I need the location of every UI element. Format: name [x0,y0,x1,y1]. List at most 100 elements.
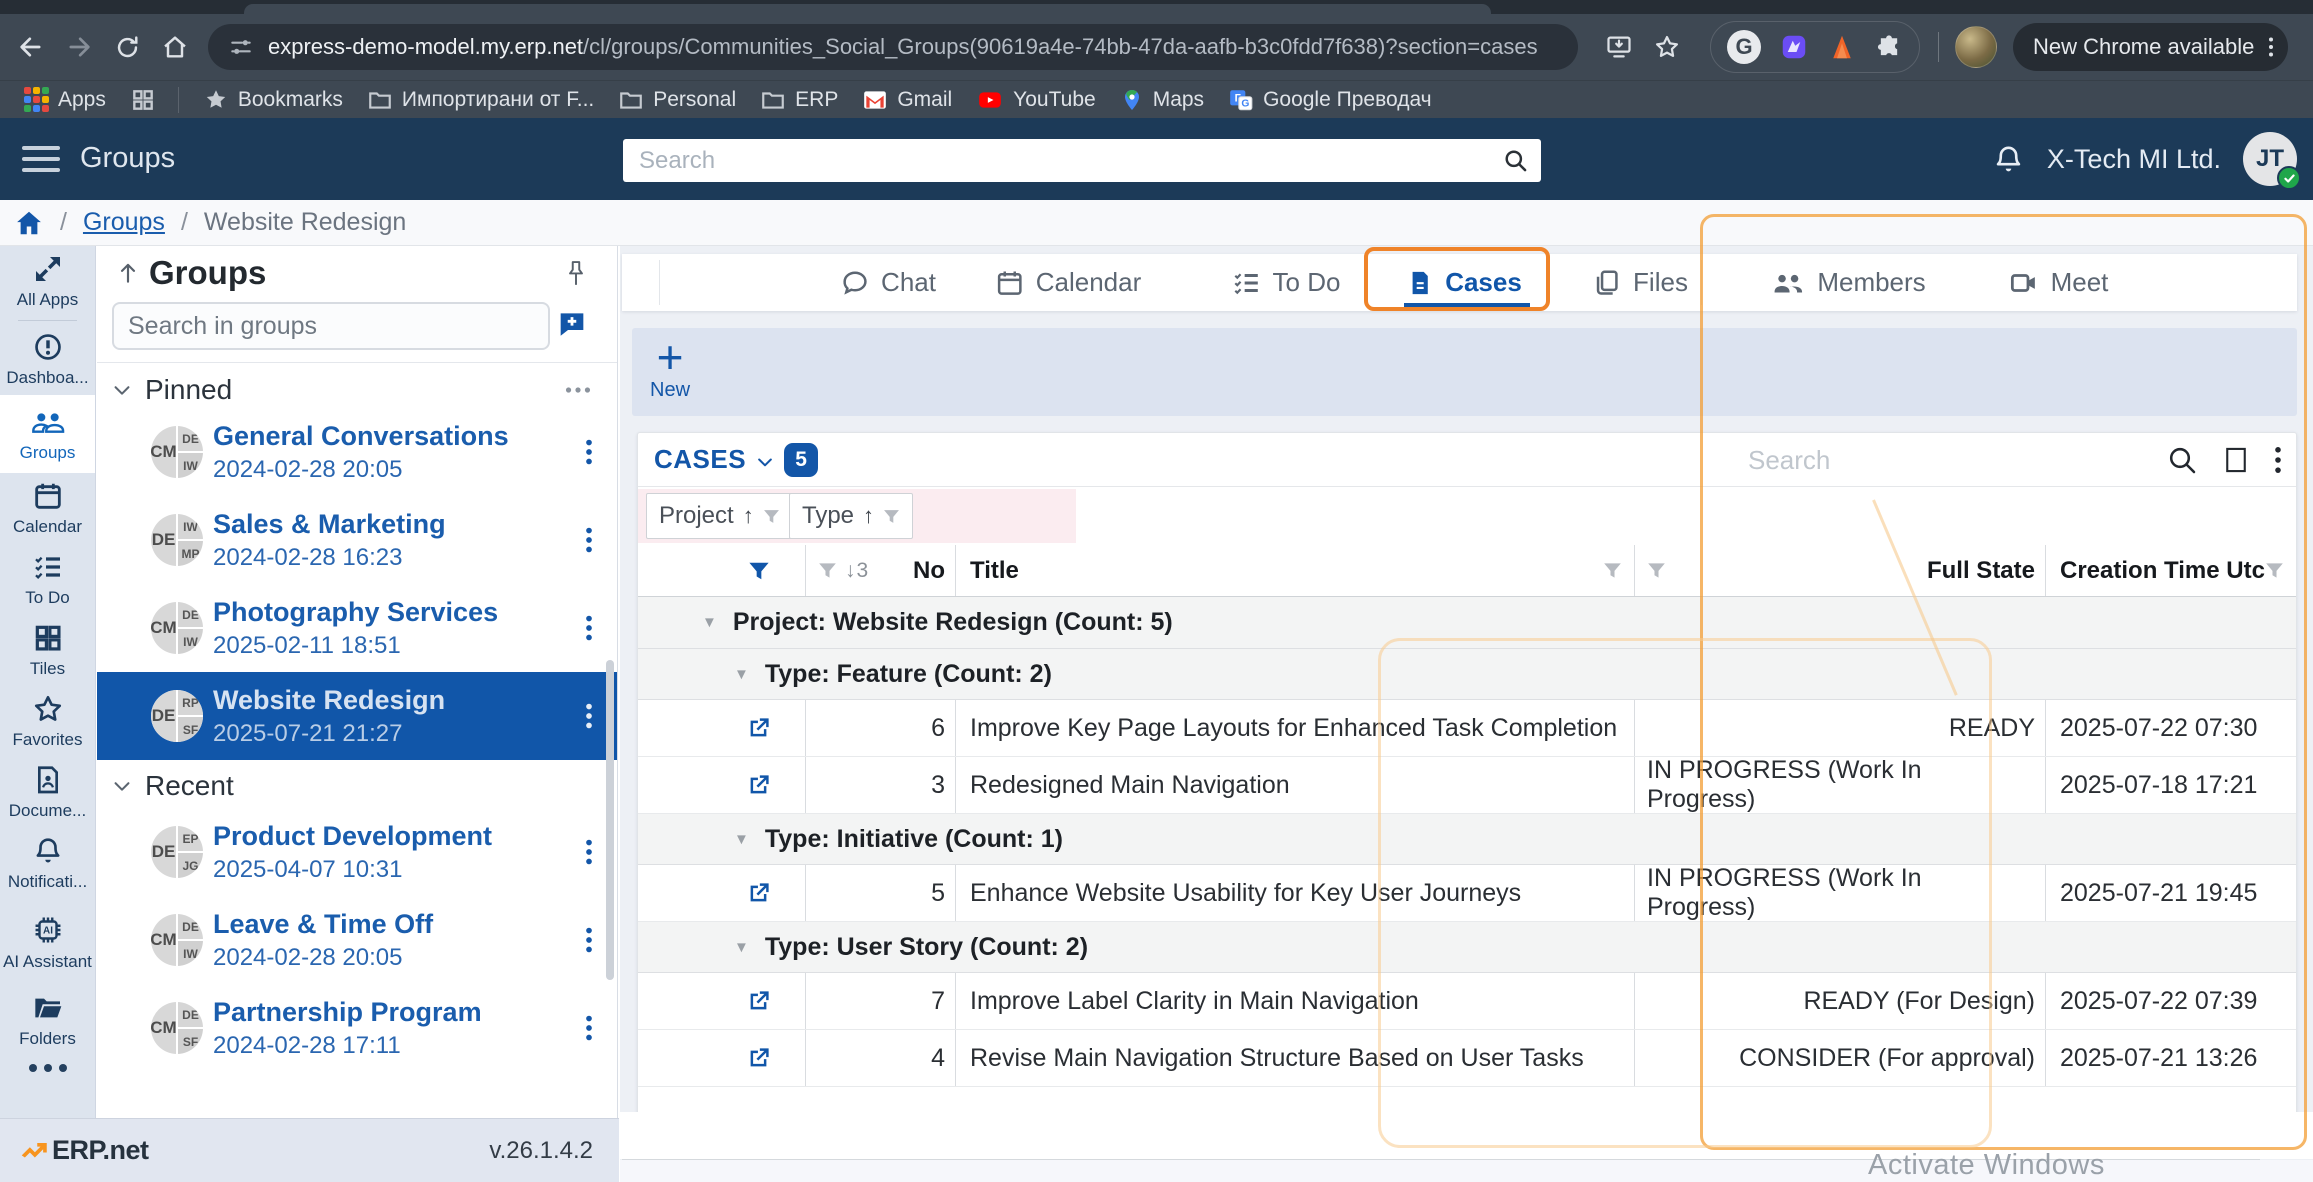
group-item-menu-icon[interactable] [585,703,593,729]
group-list-item[interactable]: DEEPJG Product Development2025-04-07 10:… [97,808,617,896]
cases-search[interactable] [1746,440,2126,480]
recent-section-header[interactable]: Recent [97,764,617,808]
tab-chat[interactable]: Chat [840,254,936,311]
chevron-down-icon[interactable] [755,452,775,472]
tab-meet[interactable]: Meet [2008,254,2109,311]
group-list-item[interactable]: CMDEIW General Conversations2024-02-28 2… [97,408,617,496]
cases-search-input[interactable] [1746,440,2126,480]
header-creation-time[interactable]: Creation Time Utc [2046,545,2296,596]
browser-profile-avatar[interactable] [1955,26,1997,68]
groups-search-input[interactable] [114,304,548,348]
sidebar-item-calendar[interactable]: Calendar [0,473,95,544]
extensions-puzzle-icon[interactable] [1875,33,1903,61]
bookmark-gmail[interactable]: Gmail [862,87,952,113]
chrome-update-button[interactable]: New Chrome available [2013,23,2288,71]
bookmark-translate[interactable]: ГGGoogle Преводач [1228,87,1432,113]
sidebar-item-ai-assistant[interactable]: AI AI Assistant [0,899,95,985]
group-item-menu-icon[interactable] [585,527,593,553]
sidebar-overflow-icon[interactable] [0,1064,95,1072]
sidebar-item-folders[interactable]: Folders [0,985,95,1056]
sidebar-item-notifications[interactable]: Notificati... [0,828,95,899]
back-icon[interactable] [14,30,48,64]
sidebar-item-groups[interactable]: Groups [0,395,95,473]
group-name[interactable]: Website Redesign [213,685,585,716]
company-name[interactable]: X-Tech MI Ltd. [2047,144,2221,175]
group-item-menu-icon[interactable] [585,1015,593,1041]
open-case-icon[interactable] [745,988,772,1015]
reload-icon[interactable] [110,30,144,64]
case-row[interactable]: 4 Revise Main Navigation Structure Based… [638,1030,2296,1087]
bookmark-folder-personal[interactable]: Personal [618,87,736,113]
open-case-icon[interactable] [745,715,772,742]
sidebar-item-dashboard[interactable]: Dashboa... [0,324,95,395]
group-row-type-initiative[interactable]: ▼ Type: Initiative (Count: 1) [638,814,2296,865]
tab-calendar[interactable]: Calendar [995,254,1142,311]
bookmark-folder-imported[interactable]: Импортирани от F... [367,87,594,113]
group-name[interactable]: Sales & Marketing [213,509,585,540]
pinned-section-menu-icon[interactable] [565,386,591,394]
group-list-item-selected[interactable]: DERPSF Website Redesign2025-07-21 21:27 [97,672,617,760]
search-icon[interactable] [2166,444,2198,476]
header-filter-cell[interactable] [638,545,806,596]
group-item-menu-icon[interactable] [585,615,593,641]
collapse-caret-icon[interactable]: ▼ [734,831,749,848]
purple-extension-icon[interactable] [1779,32,1809,62]
case-row[interactable]: 5 Enhance Website Usability for Key User… [638,865,2296,922]
open-case-icon[interactable] [745,1045,772,1072]
search-icon[interactable] [1502,147,1529,174]
pinned-section-header[interactable]: Pinned [97,368,617,412]
user-avatar[interactable]: JT [2243,132,2297,186]
global-search[interactable] [623,139,1541,182]
home-icon[interactable] [158,30,192,64]
bookmark-youtube[interactable]: YouTube [976,87,1096,113]
pin-panel-icon[interactable] [563,258,589,290]
panel-scrollbar[interactable] [606,660,614,980]
bookmark-folder-erp[interactable]: ERP [760,87,838,113]
sidebar-item-documents[interactable]: Docume... [0,757,95,828]
bookmark-tiles-icon[interactable] [130,87,156,113]
header-full-state[interactable]: Full State [1635,545,2046,596]
tab-files[interactable]: Files [1592,254,1688,311]
group-name[interactable]: Product Development [213,821,585,852]
grammarly-extension-icon[interactable]: G [1727,30,1761,64]
bookmark-star-icon[interactable] [1650,30,1684,64]
group-list-item[interactable]: CMDEIW Photography Services2025-02-11 18… [97,584,617,672]
group-item-menu-icon[interactable] [585,439,593,465]
bookmark-apps[interactable]: Apps [24,87,106,112]
menu-icon[interactable] [22,143,60,175]
sidebar-item-todo[interactable]: To Do [0,544,95,615]
case-row[interactable]: 3 Redesigned Main Navigation IN PROGRESS… [638,757,2296,814]
group-list-item[interactable]: DEIWMP Sales & Marketing2024-02-28 16:23 [97,496,617,584]
group-item-menu-icon[interactable] [585,839,593,865]
collapse-up-icon[interactable] [115,258,141,288]
sidebar-item-favorites[interactable]: Favorites [0,686,95,757]
breadcrumb-groups-link[interactable]: Groups [83,208,165,237]
header-title[interactable]: Title [956,545,1635,596]
chevron-down-icon[interactable] [111,379,133,401]
group-list-item[interactable]: CMDESF Partnership Program2024-02-28 17:… [97,984,617,1072]
site-info-icon[interactable] [228,34,254,60]
collapse-caret-icon[interactable]: ▼ [734,666,749,683]
group-chip-project[interactable]: Project ↑ [646,493,793,539]
group-row-project[interactable]: ▼ Project: Website Redesign (Count: 5) [638,597,2296,649]
expand-window-icon[interactable] [2224,446,2248,474]
home-icon[interactable] [14,208,44,238]
group-name[interactable]: Leave & Time Off [213,909,585,940]
group-chip-type[interactable]: Type ↑ [789,493,913,539]
bookmark-bookmarks[interactable]: Bookmarks [203,87,343,113]
global-search-input[interactable] [623,139,1541,182]
active-tab[interactable] [244,4,1491,14]
more-options-icon[interactable] [2274,446,2282,474]
open-case-icon[interactable] [745,772,772,799]
new-case-button[interactable]: + New [650,337,690,402]
address-bar[interactable]: express-demo-model.my.erp.net/cl/groups/… [208,24,1578,70]
forward-icon[interactable] [62,30,96,64]
tab-members[interactable]: Members [1770,254,1925,311]
groups-search[interactable] [112,302,550,350]
case-row[interactable]: 7 Improve Label Clarity in Main Navigati… [638,973,2296,1030]
bookmark-maps[interactable]: Maps [1120,87,1204,113]
case-row[interactable]: 6 Improve Key Page Layouts for Enhanced … [638,700,2296,757]
group-list-item[interactable]: CMDEIW Leave & Time Off2024-02-28 20:05 [97,896,617,984]
sidebar-item-all-apps[interactable]: All Apps [0,246,95,317]
tab-todo[interactable]: To Do [1232,254,1341,311]
